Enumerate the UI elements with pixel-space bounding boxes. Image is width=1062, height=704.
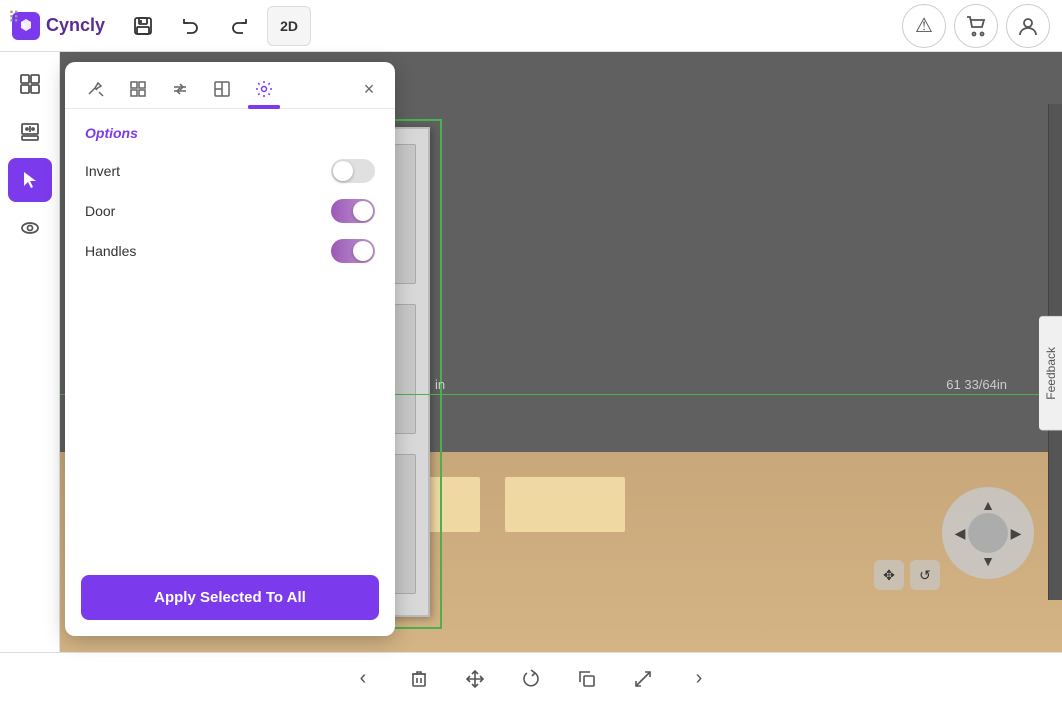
warning-button[interactable]: ⚠ — [902, 4, 946, 48]
panel-tab-settings[interactable] — [245, 70, 283, 108]
panel-tab-panels[interactable] — [203, 70, 241, 108]
topbar-right-actions: ⚠ — [902, 4, 1050, 48]
left-sidebar — [0, 52, 60, 652]
bottombar-prev-button[interactable]: ‹ — [343, 659, 383, 699]
panel-tab-tools[interactable] — [77, 70, 115, 108]
refresh-control-button[interactable]: ↺ — [910, 560, 940, 590]
grid-icon: ⠿ — [8, 8, 20, 28]
navigation-controls: ▲ ▼ ◀ ▶ — [942, 487, 1042, 587]
bottombar-next-button[interactable]: › — [679, 659, 719, 699]
nav-circle: ▲ ▼ ◀ ▶ — [942, 487, 1034, 579]
door-toggle[interactable] — [331, 199, 375, 223]
panel-close-button[interactable]: × — [355, 75, 383, 103]
bottombar: ‹ — [0, 652, 1062, 704]
nav-left-button[interactable]: ◀ — [946, 519, 974, 547]
bottombar-trash-button[interactable] — [399, 659, 439, 699]
sidebar-item-select[interactable] — [8, 158, 52, 202]
panel-section-title: Options — [85, 125, 375, 141]
feedback-panel: Feedback — [1039, 316, 1062, 431]
panel-spacer — [85, 279, 375, 559]
feedback-tab[interactable]: Feedback — [1039, 316, 1062, 431]
nav-down-button[interactable]: ▼ — [974, 547, 1002, 575]
bottombar-rotate-button[interactable] — [511, 659, 551, 699]
panel-tabs: × — [65, 62, 395, 109]
invert-toggle[interactable] — [331, 159, 375, 183]
sidebar-item-cabinet[interactable] — [8, 110, 52, 154]
handles-label: Handles — [85, 243, 136, 259]
panel-row-door: Door — [85, 199, 375, 223]
panel-row-invert: Invert — [85, 159, 375, 183]
app-name: Cyncly — [46, 15, 105, 36]
dimension-horizontal: 61 33/64in — [946, 377, 1007, 392]
panel-tab-layout[interactable] — [119, 70, 157, 108]
panel-body: Options Invert Door Handles — [65, 109, 395, 575]
sidebar-item-layout[interactable] — [8, 62, 52, 106]
app-logo: Cyncly — [12, 12, 105, 40]
bottombar-move-button[interactable] — [455, 659, 495, 699]
panel-row-handles: Handles — [85, 239, 375, 263]
extra-controls: ✥ ↺ — [874, 560, 940, 590]
handles-toggle[interactable] — [331, 239, 375, 263]
nav-right-button[interactable]: ▶ — [1002, 519, 1030, 547]
apply-selected-to-all-button[interactable]: Apply Selected To All — [81, 575, 379, 620]
move-control-button[interactable]: ✥ — [874, 560, 904, 590]
user-button[interactable] — [1006, 4, 1050, 48]
floor-tile — [505, 477, 625, 532]
save-button[interactable] — [123, 6, 163, 46]
topbar: ⠿ Cyncly 2D ⚠ — [0, 0, 1062, 52]
mode-2d-button[interactable]: 2D — [267, 6, 311, 46]
nav-up-button[interactable]: ▲ — [974, 491, 1002, 519]
bottombar-resize-button[interactable] — [623, 659, 663, 699]
invert-label: Invert — [85, 163, 120, 179]
sidebar-item-view[interactable] — [8, 206, 52, 250]
door-label: Door — [85, 203, 115, 219]
dimension-left-label: in — [435, 377, 445, 392]
panel-tab-swap[interactable] — [161, 70, 199, 108]
bottombar-copy-button[interactable] — [567, 659, 607, 699]
undo-button[interactable] — [171, 6, 211, 46]
options-panel: × Options Invert Door Handles Apply Sele… — [65, 62, 395, 636]
redo-button[interactable] — [219, 6, 259, 46]
cart-button[interactable] — [954, 4, 998, 48]
